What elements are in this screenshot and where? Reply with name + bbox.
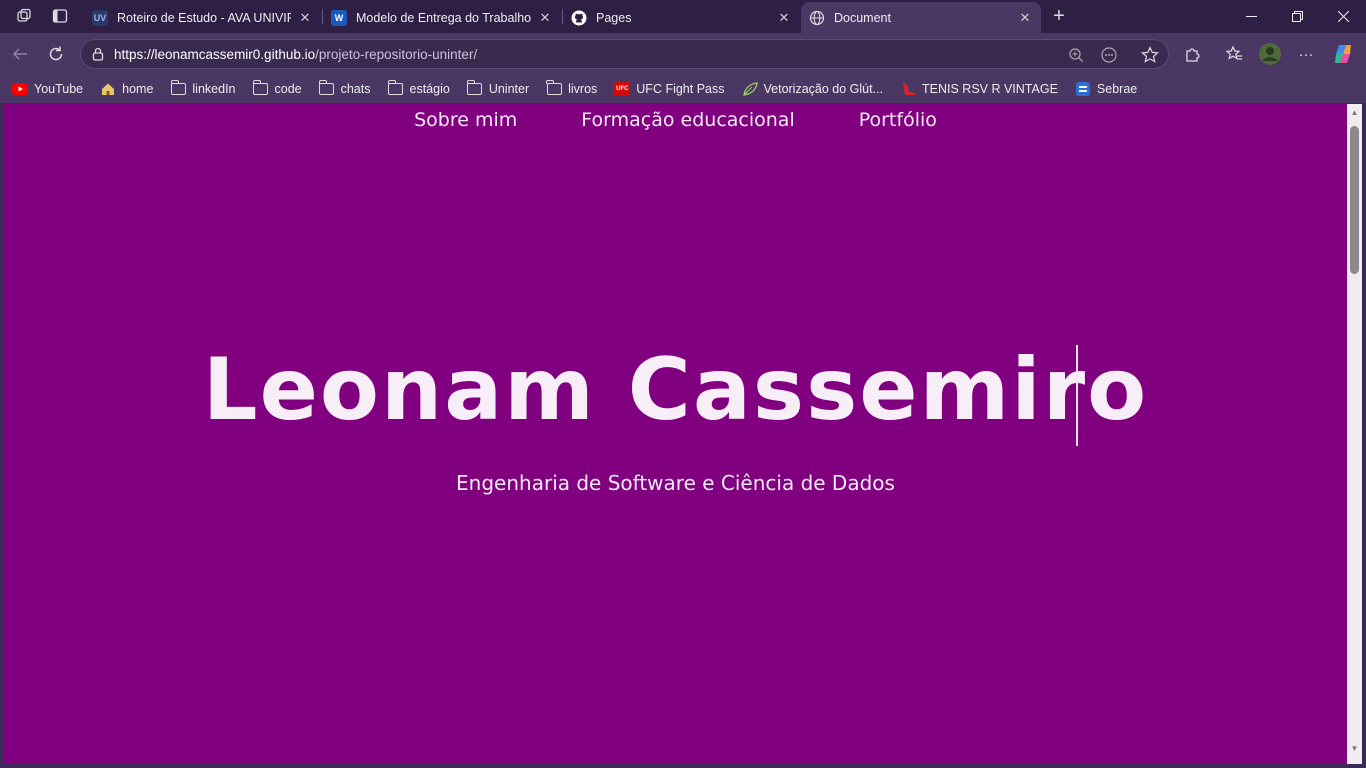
address-bar[interactable]: https://leonamcassemir0.github.io/projet… [80,39,1169,69]
folder-icon [252,80,269,96]
nav-formacao-educacional[interactable]: Formação educacional [581,109,794,131]
tab-pages[interactable]: Pages ✕ [563,2,800,33]
bookmark-label: home [122,82,154,96]
bookmark-label: YouTube [34,82,84,96]
folder-icon [387,80,404,96]
folder-icon [170,80,186,96]
extensions-icon[interactable] [1179,40,1207,68]
scroll-up-arrow-icon[interactable]: ▲ [1347,108,1362,118]
bookmark-label: chats [340,82,371,96]
leaf-icon [742,82,758,96]
close-tab-icon[interactable]: ✕ [297,10,313,26]
bookmark-livros-folder[interactable]: livros [546,80,598,96]
tab-title: Modelo de Entrega do Trabalho_Cibersegur… [356,10,531,25]
bookmark-uninter-folder[interactable]: Uninter [466,80,530,96]
url-path: /projeto-repositorio-uninter/ [315,47,478,62]
tab-title: Document [834,10,891,25]
bookmark-label: linkedIn [192,82,236,96]
text-caret [1076,345,1078,446]
new-tab-icon[interactable]: + [1046,4,1072,28]
hero-name: Leonam Cassemiro [202,340,1149,440]
close-tab-icon[interactable]: ✕ [537,10,553,26]
bookmark-ufc-fight-pass[interactable]: UFC UFC Fight Pass [614,82,725,96]
tab-document[interactable]: Document ✕ [801,2,1041,33]
url-host: https://leonamcassemir0.github.io [114,47,316,62]
workspaces-icon[interactable] [11,4,37,28]
nav-portfolio[interactable]: Portfólio [859,109,937,131]
restore-icon[interactable] [1274,0,1320,33]
scroll-down-arrow-icon[interactable]: ▼ [1347,744,1362,754]
bookmark-estagio-folder[interactable]: estágio [387,80,450,96]
tab-roteiro[interactable]: UV Roteiro de Estudo - AVA UNIVIRTUS ✕ [84,2,321,33]
copilot-icon[interactable] [1329,40,1357,68]
bookmark-sebrae[interactable]: Sebrae [1075,82,1137,96]
bookmark-label: TENIS RSV R VINTAGE [922,82,1058,96]
back-icon[interactable] [6,40,34,68]
folder-icon [546,80,562,96]
bookmark-linkedin-folder[interactable]: linkedIn [170,80,236,96]
bookmark-vetorizacao[interactable]: Vetorização do Glút... [742,82,884,96]
close-tab-icon[interactable]: ✕ [1017,10,1033,26]
home-icon [100,82,116,96]
bookmark-label: estágio [409,82,450,96]
sebrae-icon [1075,82,1091,96]
youtube-icon [12,82,28,96]
univirtus-icon: UV [92,9,108,26]
page-viewport: Sobre mim Formação educacional Portfólio… [4,104,1347,764]
word-icon: W [331,9,347,26]
site-info-icon[interactable] [90,46,106,62]
close-window-icon[interactable] [1320,0,1366,33]
tab-modelo-entrega[interactable]: W Modelo de Entrega do Trabalho_Ciberseg… [323,2,561,33]
tab-strip: UV Roteiro de Estudo - AVA UNIVIRTUS ✕ W… [0,0,1366,33]
refresh-icon[interactable] [42,40,70,68]
tab-title: Pages [596,10,632,25]
page-scrollbar[interactable]: ▲ ▼ [1347,104,1362,764]
github-icon [571,10,587,26]
ufc-icon: UFC [614,82,631,96]
minimize-icon[interactable] [1228,0,1274,33]
window-bottom-edge [0,764,1366,768]
scroll-thumb[interactable] [1350,126,1359,274]
nav-sobre-mim[interactable]: Sobre mim [414,109,517,131]
folder-icon [318,80,335,96]
bookmark-label: code [274,82,302,96]
close-tab-icon[interactable]: ✕ [776,10,792,26]
profile-avatar[interactable] [1256,40,1284,68]
site-nav: Sobre mim Formação educacional Portfólio [4,109,1347,131]
bookmark-home[interactable]: home [100,82,153,96]
bookmark-label: Sebrae [1096,82,1138,96]
tab-title: Roteiro de Estudo - AVA UNIVIRTUS [117,10,291,25]
bookmark-label: Uninter [488,82,530,96]
zoom-icon[interactable] [1066,45,1086,65]
globe-icon [809,10,825,26]
bookmark-code-folder[interactable]: code [252,80,302,96]
favorites-icon[interactable] [1220,40,1248,68]
folder-icon [466,80,483,96]
bookmark-label: livros [568,82,598,96]
bookmark-label: Vetorização do Glút... [763,82,884,96]
favorite-star-icon[interactable] [1140,45,1160,65]
hero-subtitle: Engenharia de Software e Ciência de Dado… [456,471,895,495]
vertical-tabs-icon[interactable] [47,4,73,28]
bookmark-chats-folder[interactable]: chats [318,80,371,96]
bookmark-youtube[interactable]: YouTube [12,82,83,96]
url-text[interactable]: https://leonamcassemir0.github.io/projet… [114,47,477,62]
bookmark-tenis[interactable]: TENIS RSV R VINTAGE [900,82,1058,96]
settings-more-icon[interactable]: ··· [1292,40,1320,68]
bookmark-label: UFC Fight Pass [636,82,725,96]
bookmarks-bar: YouTube home linkedIn code chats estágio… [0,75,1366,103]
more-site-icon[interactable] [1099,45,1119,65]
browser-toolbar: https://leonamcassemir0.github.io/projet… [0,33,1366,75]
shoe-icon [900,82,916,96]
